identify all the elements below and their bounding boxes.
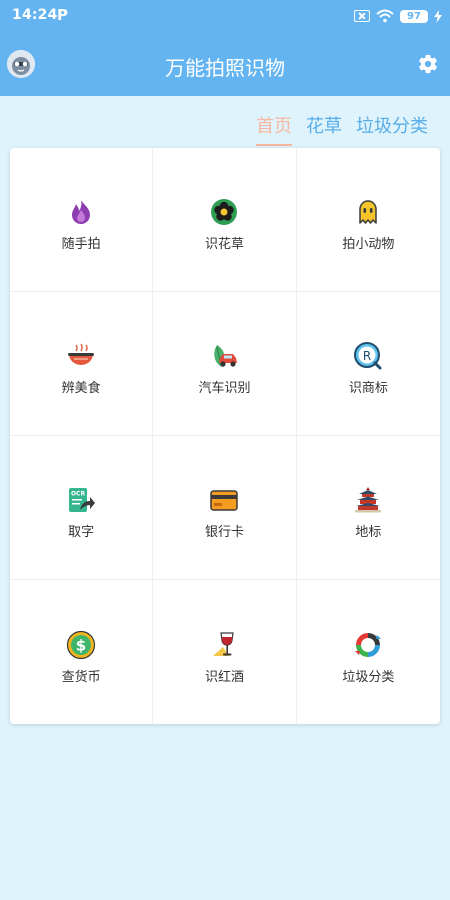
grid-item-label: 地标 [355, 525, 382, 540]
car-leaf-icon [214, 345, 238, 367]
tab-garbage-sorting[interactable]: 垃圾分类 [356, 112, 428, 146]
grid-item-label: 银行卡 [204, 525, 244, 540]
status-bar: 14:24 P 97 [0, 0, 450, 32]
grid-item-currency[interactable]: $ 查货币 [10, 580, 154, 724]
grid-item-label: 识商标 [348, 381, 388, 396]
grid-item-snap[interactable]: 随手拍 [10, 148, 154, 292]
battery-icon: 97 [400, 9, 428, 23]
grid-item-label: 拍小动物 [342, 237, 395, 252]
status-time: 14:24 [12, 7, 58, 23]
grid-item-car[interactable]: 汽车识别 [153, 292, 297, 436]
wine-glass-icon [213, 631, 235, 656]
grid-item-ocr[interactable]: OCR 取字 [10, 436, 154, 580]
status-indicators: 97 [354, 6, 442, 26]
tab-bar: 首页 花草 垃圾分类 [256, 112, 428, 146]
bank-card-icon [210, 490, 239, 511]
grid-item-food[interactable]: 辨美食 [10, 292, 154, 436]
grid-item-label: 垃圾分类 [342, 669, 395, 685]
grid-item-landmark[interactable]: 地标 [296, 436, 440, 580]
grid-item-wine[interactable]: 识红酒 [153, 580, 297, 724]
parking-p-icon: P [57, 6, 68, 24]
grid-item-flower[interactable]: 识花草 [153, 148, 297, 292]
grid-item-label: 随手拍 [61, 237, 101, 252]
grid-item-trademark[interactable]: R 识商标 [296, 292, 440, 436]
grid-item-label: 辨美食 [61, 381, 101, 396]
flame-icon [72, 200, 91, 224]
gear-icon[interactable] [417, 53, 439, 75]
svg-text:R: R [363, 349, 371, 363]
tab-flowers[interactable]: 花草 [306, 112, 342, 146]
dollar-coin-icon: $ [67, 630, 96, 659]
grid-item-label: 识花草 [204, 237, 244, 252]
grid-item-label: 查货币 [61, 669, 101, 685]
flower-icon [211, 199, 238, 225]
grid-item-animal[interactable]: 拍小动物 [296, 148, 440, 292]
registered-trademark-icon: R [354, 342, 382, 370]
grid-item-label: 取字 [68, 525, 95, 540]
temple-icon [355, 487, 382, 513]
noodle-bowl-icon [68, 343, 95, 365]
ocr-icon: OCR [69, 488, 96, 512]
no-sim-icon [354, 10, 370, 22]
svg-text:$: $ [76, 636, 86, 654]
ghost-icon [359, 200, 378, 224]
grid-item-label: 识红酒 [204, 669, 244, 685]
charging-icon [434, 9, 442, 23]
svg-text:OCR: OCR [71, 491, 86, 498]
wifi-icon [376, 9, 394, 23]
page-title: 万能拍照识物 [165, 56, 285, 80]
recycle-icon [355, 632, 382, 657]
grid-item-label: 汽车识别 [198, 381, 251, 396]
grid-item-bank-card[interactable]: 银行卡 [153, 436, 297, 580]
title-row: 万能拍照识物 [0, 40, 450, 88]
app-header: 14:24 P 97 万能拍照识物 [0, 0, 450, 96]
tab-home[interactable]: 首页 [256, 112, 292, 146]
grid-item-garbage[interactable]: 垃圾分类 [297, 580, 440, 724]
feature-grid: 随手拍 识花草 拍小动物 辨美食 汽车识别 R 识商标 OCR 取字 银行卡 地… [10, 148, 440, 724]
